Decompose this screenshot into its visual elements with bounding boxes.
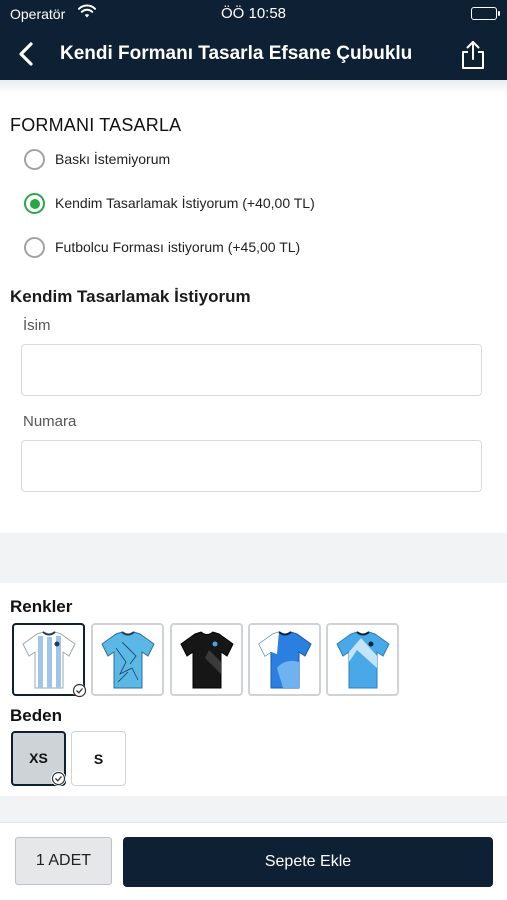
blue-white-jersey-icon	[258, 631, 312, 689]
number-field[interactable]	[21, 440, 482, 492]
share-icon[interactable]	[459, 39, 487, 71]
footer-separator	[0, 796, 507, 822]
radio-button-checked[interactable]	[24, 193, 45, 214]
radio-label: Baskı İstemiyorum	[55, 151, 171, 167]
bottom-action-bar: 1 ADET Sepete Ekle	[0, 822, 507, 900]
colors-title: Renkler	[10, 597, 73, 616]
radio-label: Kendim Tasarlamak İstiyorum (+40,00 TL)	[55, 195, 315, 211]
back-arrow-icon[interactable]	[12, 38, 44, 70]
sky-blue-jersey-icon	[336, 631, 390, 689]
quantity-selector[interactable]: 1 ADET	[15, 837, 112, 885]
color-swatch-light-blue-graphic[interactable]	[91, 623, 164, 696]
custom-design-subtitle: Kendim Tasarlamak İstiyorum	[10, 287, 251, 306]
add-to-cart-button[interactable]: Sepete Ekle	[123, 837, 493, 887]
name-label: İsim	[23, 317, 51, 334]
graphic-jersey-icon	[101, 631, 155, 689]
section-separator	[0, 533, 507, 583]
radio-custom-design[interactable]: Kendim Tasarlamak İstiyorum (+40,00 TL)	[24, 189, 504, 219]
clock: ÖÖ 10:58	[220, 5, 287, 22]
radio-button[interactable]	[24, 149, 45, 170]
color-swatch-striped-light-blue[interactable]	[12, 623, 87, 698]
battery-icon	[471, 7, 500, 20]
page-title: Kendi Formanı Tasarla Efsane Çubuklu	[60, 43, 413, 64]
color-swatch-sky-blue-pattern[interactable]	[326, 623, 399, 696]
size-label: S	[93, 751, 104, 767]
size-option-s[interactable]: S	[71, 731, 126, 786]
check-circle-icon	[69, 680, 87, 698]
size-title: Beden	[10, 706, 62, 725]
name-field[interactable]	[21, 344, 482, 396]
color-swatch-black[interactable]	[170, 623, 243, 696]
black-jersey-icon	[180, 631, 234, 689]
radio-button[interactable]	[24, 237, 45, 258]
status-bar: Operatör ÖÖ 10:58	[0, 0, 507, 30]
radio-player-jersey[interactable]: Futbolcu Forması istiyorum (+45,00 TL)	[24, 233, 504, 263]
size-label: XS	[29, 750, 48, 766]
section-title: FORMANI TASARLA	[10, 115, 182, 135]
size-option-xs[interactable]: XS	[11, 731, 66, 786]
radio-no-print[interactable]: Baskı İstemiyorum	[24, 145, 504, 175]
check-circle-icon	[51, 771, 66, 786]
header-shadow	[0, 80, 507, 94]
navigation-bar: Kendi Formanı Tasarla Efsane Çubuklu	[0, 30, 507, 80]
color-swatch-blue-white[interactable]	[248, 623, 321, 696]
number-label: Numara	[23, 413, 77, 430]
radio-label: Futbolcu Forması istiyorum (+45,00 TL)	[55, 239, 301, 255]
